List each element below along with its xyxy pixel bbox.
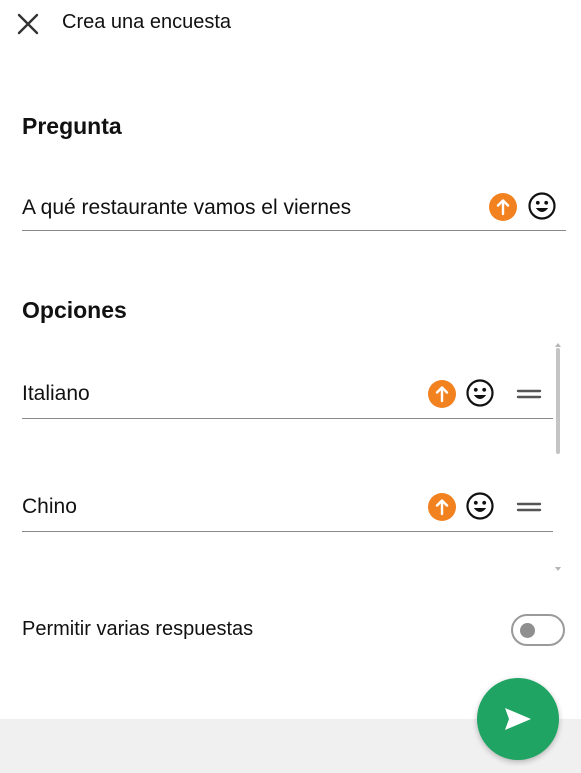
drag-handle-icon[interactable]: [516, 498, 542, 516]
dialog-title: Crea una encuesta: [62, 11, 232, 33]
multiple-answers-toggle[interactable]: [511, 614, 565, 646]
close-icon[interactable]: [15, 11, 41, 37]
arrow-up-icon[interactable]: [428, 380, 456, 408]
multiple-answers-label: Permitir varias respuestas: [22, 618, 254, 640]
scroll-up-arrow-icon[interactable]: [554, 336, 562, 347]
options-scrollbar[interactable]: [553, 336, 563, 571]
arrow-up-icon[interactable]: [428, 493, 456, 521]
question-input[interactable]: A qué restaurante vamos el viernes: [22, 196, 351, 220]
emoji-icon[interactable]: [465, 491, 495, 521]
option-input[interactable]: Italiano: [22, 382, 90, 406]
toggle-knob: [520, 623, 535, 638]
option-row[interactable]: Italiano: [22, 373, 553, 419]
scroll-down-arrow-icon[interactable]: [554, 560, 562, 571]
emoji-icon[interactable]: [465, 378, 495, 408]
option-row[interactable]: Chino: [22, 486, 553, 532]
dialog-header: Crea una encuesta: [0, 0, 581, 46]
drag-handle-icon[interactable]: [516, 385, 542, 403]
option-input[interactable]: Chino: [22, 495, 77, 519]
emoji-icon[interactable]: [527, 191, 557, 221]
question-section-title: Pregunta: [22, 113, 122, 139]
options-section-title: Opciones: [22, 297, 127, 323]
question-field[interactable]: A qué restaurante vamos el viernes: [22, 186, 566, 231]
send-button[interactable]: [477, 678, 559, 760]
send-icon: [505, 708, 531, 730]
arrow-up-icon[interactable]: [489, 193, 517, 221]
scroll-thumb[interactable]: [556, 348, 560, 454]
